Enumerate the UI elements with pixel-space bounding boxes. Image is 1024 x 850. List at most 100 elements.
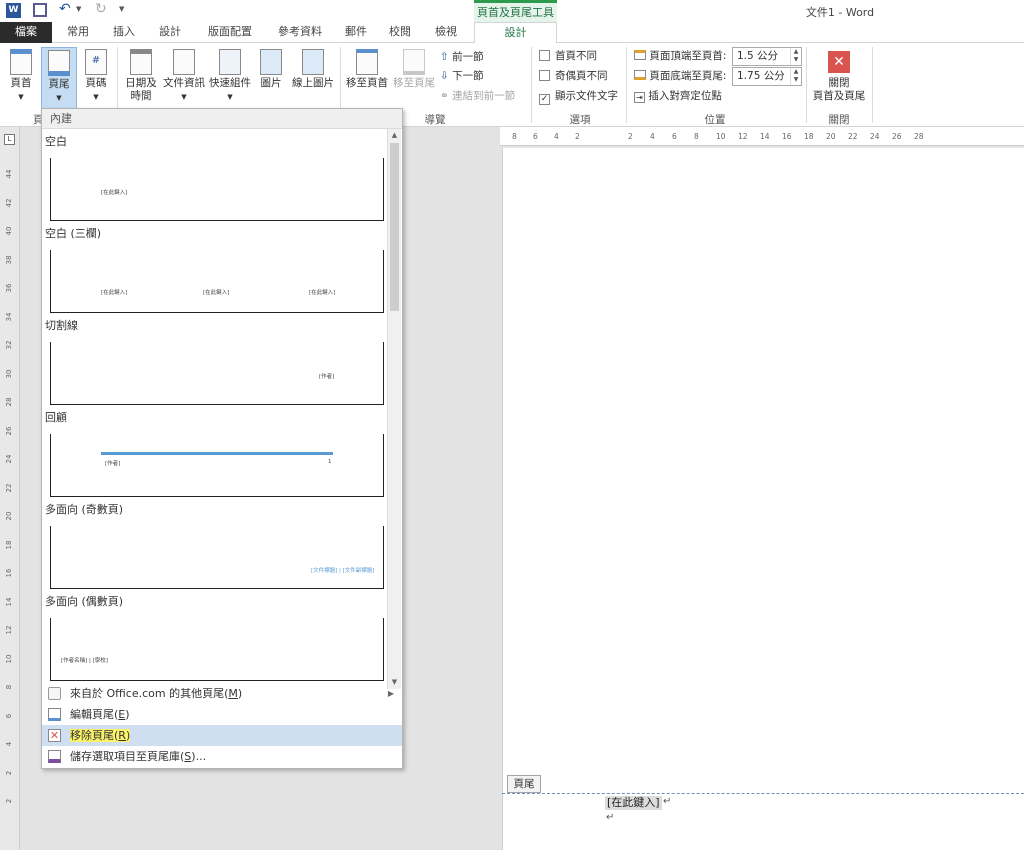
ruler-tick-label: 22: [5, 483, 13, 492]
goto-footer-icon: [403, 49, 425, 75]
title-bar: W ↶ ▼ ↻ ▼ 頁首及頁尾工具 文件1 - Word: [0, 0, 1024, 22]
undo-dropdown-icon[interactable]: ▼: [76, 5, 81, 13]
scroll-up-icon[interactable]: ▲: [388, 129, 401, 142]
header-icon: [10, 49, 32, 75]
document-info-button[interactable]: 文件資訊 ▼: [162, 49, 206, 104]
online-pictures-button[interactable]: 線上圖片: [290, 49, 336, 90]
tab-insert[interactable]: 插入: [106, 22, 142, 43]
footer-preview: [作者] 1: [50, 434, 384, 497]
preview-placeholder: [作者]: [105, 461, 121, 467]
tab-home[interactable]: 常用: [60, 22, 96, 43]
edit-footer-icon: [48, 708, 61, 721]
ruler-tick-label: 12: [738, 132, 748, 141]
different-odd-even-checkbox[interactable]: 奇偶頁不同: [539, 67, 608, 85]
ruler-tick-label: 32: [5, 340, 13, 350]
scroll-thumb[interactable]: [390, 143, 399, 311]
tab-file[interactable]: 檔案: [0, 22, 52, 43]
menu-item-suffix: ): [125, 729, 131, 742]
preview-placeholder: [在此鍵入]: [203, 290, 230, 296]
gallery-item-name: 切割線: [45, 319, 78, 332]
spinner-arrows-icon[interactable]: ▲ ▼: [790, 48, 801, 65]
different-first-page-checkbox[interactable]: 首頁不同: [539, 47, 597, 65]
tab-references[interactable]: 參考資料: [270, 22, 330, 43]
group-label-options: 選項: [569, 114, 591, 126]
pictures-button[interactable]: 圖片: [256, 49, 286, 90]
goto-footer-button[interactable]: 移至頁尾: [391, 49, 437, 90]
document-page[interactable]: [502, 148, 1024, 850]
show-document-text-label: 顯示文件文字: [555, 90, 618, 102]
spinner-arrows-icon[interactable]: ▲ ▼: [790, 68, 801, 85]
ruler-tick-label: 2: [575, 132, 580, 141]
checkbox-checked-icon: ✓: [539, 94, 550, 105]
footer-button[interactable]: 頁尾 ▼: [41, 47, 77, 109]
gallery-item-name: 空白 (三欄): [45, 227, 102, 240]
header-button[interactable]: 頁首 ▼: [4, 49, 38, 104]
preview-placeholder: [作者]: [319, 374, 335, 380]
quick-parts-button[interactable]: 快速組件 ▼: [208, 49, 252, 104]
more-footers-office-menu-item[interactable]: 來自於 Office.com 的其他頁尾(M) ▶: [42, 683, 402, 704]
ribbon-tabs: 檔案 常用 插入 設計 版面配置 參考資料 郵件 校閱 檢視 設計: [0, 22, 1024, 44]
pictures-label: 圖片: [260, 77, 282, 89]
close-icon: ✕: [828, 51, 850, 73]
previous-section-icon: ⇧: [440, 51, 453, 63]
footer-from-bottom-input[interactable]: 1.75 公分 ▲ ▼: [732, 67, 802, 86]
previous-section-button[interactable]: ⇧ 前一節: [440, 48, 484, 66]
redo-icon[interactable]: ↻: [95, 1, 107, 17]
goto-header-button[interactable]: 移至頁首: [344, 49, 390, 90]
tab-review[interactable]: 校閱: [382, 22, 418, 43]
ruler-tick-label: 2: [5, 770, 13, 775]
ruler-tick-label: 16: [5, 568, 13, 578]
menu-item-label: 移除頁尾(: [70, 729, 119, 742]
close-label-2: 頁首及頁尾: [812, 90, 866, 102]
footer-gallery-dropdown: 內建 空白 [在此鍵入] 空白 (三欄) [在此鍵入] [在此鍵入] [在此鍵入…: [41, 108, 403, 769]
footer-preview: [作者名稱] | [學校]: [50, 618, 384, 681]
save-icon[interactable]: [33, 3, 47, 17]
page-number-button[interactable]: # 頁碼 ▼: [82, 49, 110, 104]
remove-footer-menu-item[interactable]: ✕ 移除頁尾(R): [42, 725, 402, 746]
next-section-icon: ⇩: [440, 70, 453, 82]
date-time-button[interactable]: 日期及 時間: [122, 49, 160, 103]
tab-design-document[interactable]: 設計: [152, 22, 188, 43]
undo-icon[interactable]: ↶: [59, 1, 71, 17]
goto-header-label: 移至頁首: [346, 77, 388, 89]
tab-selector-icon[interactable]: L: [4, 134, 15, 145]
checkbox-unchecked-icon: [539, 70, 550, 81]
horizontal-ruler[interactable]: 8 6 4 2 2 4 6 8 10 12 14 16 18 20 22 24 26 28: [500, 127, 1024, 146]
document-info-label: 文件資訊: [163, 77, 205, 89]
footer-from-bottom-value: 1.75 公分: [737, 70, 785, 82]
menu-item-label: 編輯頁尾(: [70, 708, 119, 721]
ruler-tick-label: 4: [5, 741, 13, 747]
header-from-top-input[interactable]: 1.5 公分 ▲ ▼: [732, 47, 802, 66]
save-selection-to-gallery-menu-item[interactable]: 儲存選取項目至頁尾庫(S)...: [42, 746, 402, 767]
goto-header-icon: [356, 49, 378, 75]
header-button-label: 頁首: [10, 77, 32, 89]
tab-header-footer-design[interactable]: 設計: [474, 22, 557, 44]
footer-icon: [48, 50, 70, 76]
link-to-previous-button[interactable]: ⚭ 連結到前一節: [440, 87, 515, 105]
word-app-icon[interactable]: W: [6, 3, 21, 18]
ruler-tick-label: 4: [650, 132, 655, 141]
tab-mailings[interactable]: 郵件: [338, 22, 374, 43]
show-document-text-checkbox[interactable]: ✓ 顯示文件文字: [539, 87, 618, 105]
ruler-tick-label: 6: [672, 132, 677, 141]
header-from-top-value: 1.5 公分: [737, 50, 779, 62]
next-section-button[interactable]: ⇩ 下一節: [440, 67, 484, 85]
footer-placeholder-text[interactable]: [在此鍵入]: [605, 796, 662, 810]
insert-alignment-tab-button[interactable]: ⇥ 插入對齊定位點: [634, 87, 722, 105]
close-header-footer-button[interactable]: ✕ 關閉 頁首及頁尾: [810, 51, 868, 103]
footer-preview: [在此鍵入]: [50, 158, 384, 221]
ruler-tick-label: 40: [5, 226, 13, 236]
footer-from-bottom-text: 頁面底端至頁尾:: [649, 70, 727, 82]
gallery-item-name: 多面向 (偶數頁): [45, 595, 124, 608]
gallery-scrollbar[interactable]: ▲ ▼: [387, 129, 401, 689]
qat-customize-icon[interactable]: ▼: [119, 5, 124, 13]
menu-item-accelerator: R: [118, 729, 126, 742]
menu-item-label: 儲存選取項目至頁尾庫(: [70, 750, 185, 763]
tab-layout[interactable]: 版面配置: [200, 22, 260, 43]
ruler-tick-label: 18: [804, 132, 814, 141]
ruler-tick-label: 14: [5, 597, 13, 606]
ruler-tick-label: 26: [892, 132, 902, 141]
ruler-tick-label: 6: [5, 713, 13, 718]
edit-footer-menu-item[interactable]: 編輯頁尾(E): [42, 704, 402, 725]
tab-view[interactable]: 檢視: [428, 22, 464, 43]
